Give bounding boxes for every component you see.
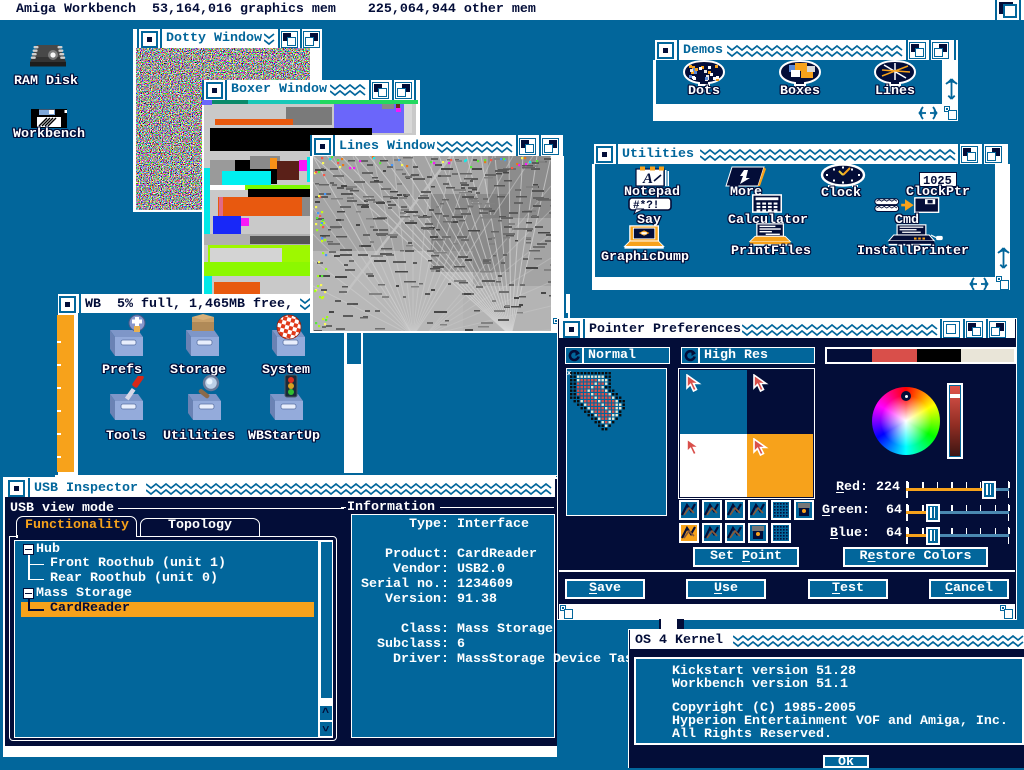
svg-text:#*?!: #*?! xyxy=(633,200,659,212)
